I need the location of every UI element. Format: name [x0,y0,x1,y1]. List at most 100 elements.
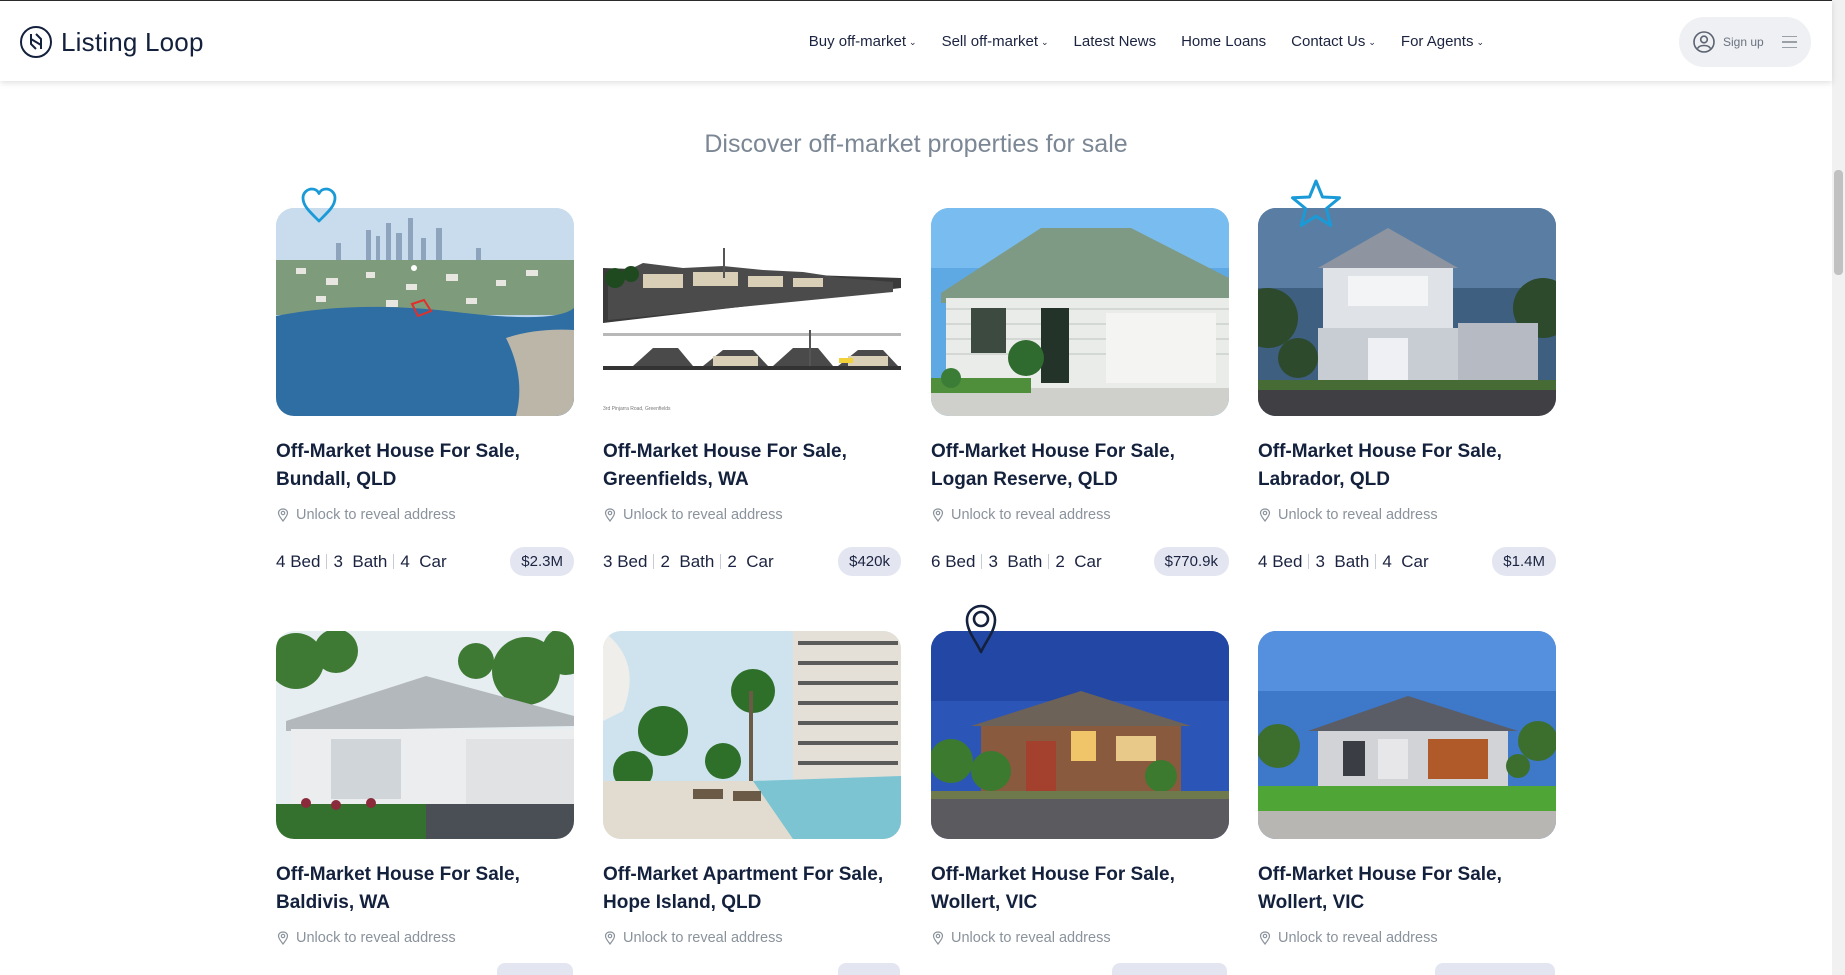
nav-home-loans[interactable]: Home Loans [1181,33,1266,50]
car-count: 4 [1382,551,1392,571]
bath-count: 2 [660,551,670,571]
listing-meta: 4 Bed 3 Bath 4 Car $1.4M [1258,547,1556,576]
listing-card[interactable]: Off-Market House For Sale, Wollert, VIC … [931,631,1229,946]
car-label: Car [419,551,447,571]
brick-house-image [931,631,1229,839]
double-storey-house-image [1258,208,1556,416]
car-label: Car [1401,551,1429,571]
listing-image[interactable] [276,631,574,839]
listing-card[interactable]: 3rd Pinjarra Road, Greenfields Off-Marke… [603,208,901,576]
price-badge-partial [838,963,900,975]
listing-card[interactable]: Off-Market House For Sale, Logan Reserve… [931,208,1229,576]
listing-address: Unlock to reveal address [931,507,1229,523]
nav-contact-us[interactable]: Contact Us ⌄ [1291,33,1376,50]
nav-latest-news[interactable]: Latest News [1074,33,1157,50]
bath-label: Bath [1334,551,1370,571]
aerial-waterfront-image [276,208,574,416]
location-pin-icon [277,931,289,945]
map-pin-icon [965,604,997,654]
section-title: Discover off-market properties for sale [704,130,1128,158]
car-label: Car [746,551,774,571]
listing-image[interactable] [931,208,1229,416]
nav-label: Latest News [1073,33,1157,50]
listing-card[interactable]: Off-Market House For Sale, Wollert, VIC … [1258,631,1556,946]
location-pin-icon [932,931,944,945]
price-badge: $2.3M [510,547,574,576]
chevron-down-icon: ⌄ [1368,37,1376,47]
bed-count: 6 [931,551,941,571]
listing-address: Unlock to reveal address [276,507,574,523]
car-count: 2 [727,551,737,571]
listing-image[interactable] [931,631,1229,839]
listing-image[interactable] [603,631,901,839]
price-badge: $420k [838,547,901,576]
listing-address: Unlock to reveal address [603,930,901,946]
bed-label: Bed [290,551,321,571]
listing-meta: 6 Bed 3 Bath 2 Car $770.9k [931,547,1229,576]
chevron-down-icon: ⌄ [909,37,917,47]
price-badge-partial [497,963,573,975]
location-pin-icon [932,508,944,522]
listing-image[interactable] [1258,631,1556,839]
price-badge-partial [1435,963,1555,975]
loop-logo-icon [20,26,52,58]
bed-count: 3 [603,551,613,571]
bed-count: 4 [276,551,286,571]
logo[interactable]: Listing Loop [19,25,204,59]
listing-title[interactable]: Off-Market House For Sale, Labrador, QLD [1258,438,1556,494]
price-badge-partial [1112,963,1227,975]
signup-button[interactable]: Sign up [1679,17,1811,67]
listing-title[interactable]: Off-Market House For Sale, Wollert, VIC [931,861,1229,917]
location-pin-icon [1259,931,1271,945]
site-header: Listing Loop Buy off-market ⌄ Sell off-ma… [0,0,1832,81]
listing-title[interactable]: Off-Market House For Sale, Logan Reserve… [931,438,1229,494]
price-badge: $1.4M [1492,547,1556,576]
page-scrollbar[interactable] [1832,0,1845,975]
address-text: Unlock to reveal address [951,930,1111,946]
main-nav: Buy off-market ⌄ Sell off-market ⌄ Latest … [784,1,1484,82]
listing-card[interactable]: Off-Market Apartment For Sale, Hope Isla… [603,631,901,946]
listing-meta: 3 Bed 2 Bath 2 Car $420k [603,547,901,576]
bed-count: 4 [1258,551,1268,571]
listing-title[interactable]: Off-Market House For Sale, Wollert, VIC [1258,861,1556,917]
listing-card[interactable]: Off-Market House For Sale, Bundall, QLD … [276,208,574,576]
listing-meta: 4 Bed 3 Bath 4 Car $2.3M [276,547,574,576]
listing-address: Unlock to reveal address [603,507,901,523]
nav-buy-off-market[interactable]: Buy off-market ⌄ [809,33,917,50]
scrollbar-thumb[interactable] [1834,170,1843,275]
listing-title[interactable]: Off-Market Apartment For Sale, Hope Isla… [603,861,901,917]
listing-address: Unlock to reveal address [276,930,574,946]
listing-card[interactable]: Off-Market House For Sale, Baldivis, WA … [276,631,574,946]
bath-count: 3 [1315,551,1325,571]
listing-image[interactable] [276,208,574,416]
nav-for-agents[interactable]: For Agents ⌄ [1401,33,1484,50]
listing-address: Unlock to reveal address [931,930,1229,946]
heart-icon [301,187,337,223]
nav-sell-off-market[interactable]: Sell off-market ⌄ [942,33,1049,50]
chevron-down-icon: ⌄ [1041,37,1049,47]
bath-count: 3 [988,551,998,571]
bath-label: Bath [1007,551,1043,571]
listing-card[interactable]: Off-Market House For Sale, Labrador, QLD… [1258,208,1556,576]
listing-image[interactable]: 3rd Pinjarra Road, Greenfields [603,208,901,416]
location-pin-icon [1259,508,1271,522]
star-icon [1291,179,1341,227]
listing-title[interactable]: Off-Market House For Sale, Greenfields, … [603,438,901,494]
address-text: Unlock to reveal address [623,930,783,946]
nav-label: Home Loans [1181,33,1267,50]
grey-house-image [1258,631,1556,839]
bath-label: Bath [352,551,388,571]
modern-render-image [276,631,574,839]
bed-label: Bed [1272,551,1303,571]
bath-label: Bath [679,551,715,571]
listing-title[interactable]: Off-Market House For Sale, Bundall, QLD [276,438,574,494]
location-pin-icon [604,931,616,945]
listing-address: Unlock to reveal address [1258,507,1556,523]
listing-image[interactable] [1258,208,1556,416]
listing-features: 4 Bed 3 Bath 4 Car [1258,552,1429,572]
listing-features: 6 Bed 3 Bath 2 Car [931,552,1102,572]
listing-title[interactable]: Off-Market House For Sale, Baldivis, WA [276,861,574,917]
logo-text: Listing Loop [61,26,204,57]
single-storey-house-image [931,208,1229,416]
address-text: Unlock to reveal address [1278,930,1438,946]
